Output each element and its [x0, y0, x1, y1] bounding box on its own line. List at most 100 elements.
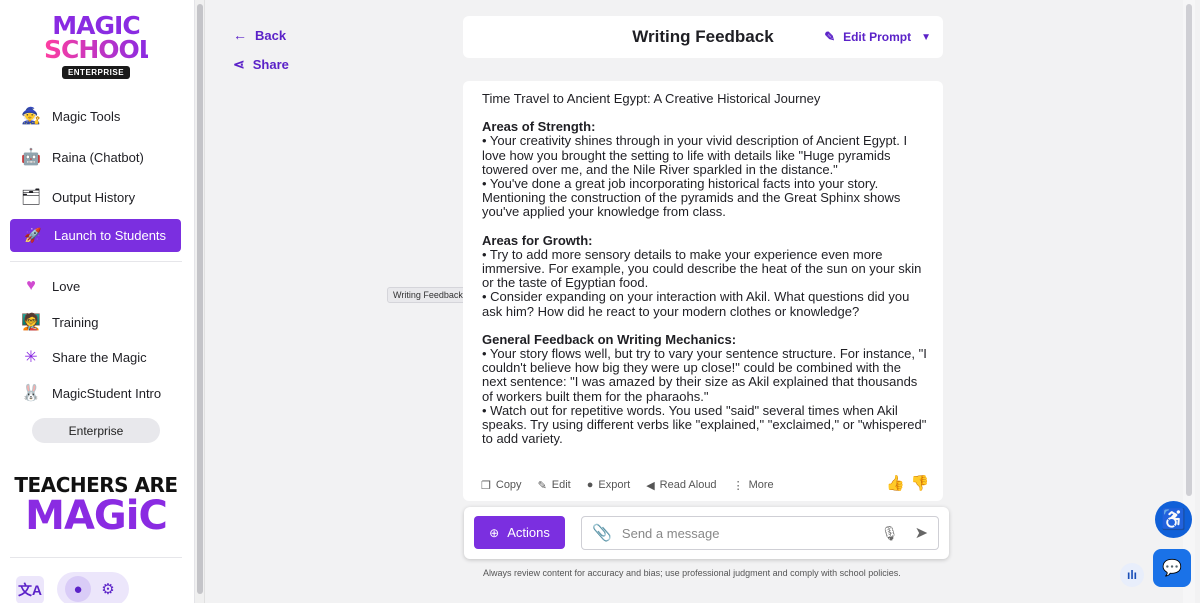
tagline-line2: MAGiC — [25, 493, 168, 539]
microphone-icon[interactable]: 🎙 — [881, 525, 899, 542]
export-button[interactable]: ● Export — [587, 479, 630, 491]
message-field: 📎 🎙 ➤ — [581, 516, 939, 550]
sidebar-item-raina[interactable]: 🤖 Raina (Chatbot) — [20, 143, 144, 171]
raina-icon: 🤖 — [21, 149, 41, 166]
message-composer: ⊕ Actions 📎 🎙 ➤ — [464, 507, 949, 559]
pencil-icon: ✎ — [537, 479, 547, 492]
export-label: Export — [598, 479, 631, 491]
sidebar-divider — [10, 557, 182, 558]
share-magic-icon: ✳ — [24, 349, 38, 366]
mechanics-item: • Watch out for repetitive words. You us… — [482, 402, 927, 447]
copy-label: Copy — [495, 479, 522, 491]
settings-button[interactable]: ⚙ — [95, 576, 121, 602]
arrow-left-icon: ← — [233, 27, 247, 43]
audio-wave-button[interactable]: ılı — [1120, 563, 1144, 587]
actions-label: Actions — [507, 525, 550, 540]
chat-icon: 💬 — [1162, 560, 1182, 577]
strength-item: • Your creativity shines through in your… — [482, 133, 908, 177]
sidebar-item-magic-tools[interactable]: 🧙 Magic Tools — [20, 102, 120, 130]
send-icon[interactable]: ➤ — [915, 523, 928, 543]
output-content: Time Travel to Ancient Egypt: A Creative… — [482, 91, 927, 447]
back-label: Back — [255, 27, 287, 43]
speaker-icon: ◀ — [646, 479, 655, 492]
sidebar-item-love[interactable]: ♥ Love — [20, 272, 80, 300]
main-scrollbar-thumb[interactable] — [1186, 4, 1192, 496]
user-icon: ● — [73, 580, 83, 598]
logo-badge: ENTERPRISE — [61, 66, 131, 79]
growth-item: • Try to add more sensory details to mak… — [482, 246, 922, 291]
sidebar-item-label: Share the Magic — [52, 349, 147, 365]
plan-badge[interactable]: Enterprise — [32, 418, 160, 443]
mechanics-item: • Your story flows well, but try to vary… — [482, 346, 927, 404]
more-label: More — [748, 479, 774, 491]
mechanics-title: General Feedback on Writing Mechanics: — [482, 331, 737, 347]
message-input[interactable] — [621, 525, 881, 541]
export-icon: ● — [586, 479, 594, 491]
sidebar-item-label: MagicStudent Intro — [52, 385, 162, 401]
sidebar-item-output-history[interactable]: 🗂 Output History — [20, 183, 135, 211]
sidebar-item-label: Magic Tools — [52, 108, 121, 124]
rocket-icon: 🚀 — [24, 227, 42, 243]
strength-item: • You've done a great job incorporating … — [482, 176, 901, 220]
magic-tools-icon: 🧙 — [21, 108, 41, 125]
chevron-down-icon: ▼ — [921, 31, 931, 43]
tooltip: Writing Feedback — [387, 287, 469, 303]
accessibility-icon: ♿ — [1161, 509, 1186, 531]
magicstudent-icon: 🐰 — [21, 385, 41, 402]
edit-prompt-label: Edit Prompt — [843, 30, 912, 44]
launch-to-students-button[interactable]: 🚀 Launch to Students — [10, 219, 181, 252]
thumbs-down-icon[interactable]: 👎 — [911, 474, 930, 492]
translate-icon: 文A — [17, 582, 43, 598]
sidebar: MAGIC SCHOOL ENTERPRISE 🧙 Magic Tools 🤖 … — [0, 0, 195, 603]
sidebar-item-training[interactable]: 🧑‍🏫 Training — [20, 308, 98, 336]
growth-item: • Consider expanding on your interaction… — [482, 289, 910, 319]
feedback-buttons: 👍 👎 — [880, 474, 929, 492]
gear-icon: ⚙ — [101, 581, 115, 598]
copy-button[interactable]: ❐ Copy — [481, 479, 522, 492]
output-card: Time Travel to Ancient Egypt: A Creative… — [463, 81, 943, 501]
sidebar-item-label: Raina (Chatbot) — [52, 149, 144, 165]
magicschool-logo[interactable]: MAGIC SCHOOL ENTERPRISE — [44, 13, 155, 84]
copy-icon: ❐ — [481, 479, 491, 492]
translate-button[interactable]: 文A — [16, 576, 44, 603]
read-aloud-label: Read Aloud — [659, 479, 717, 491]
output-heading: Time Travel to Ancient Egypt: A Creative… — [482, 91, 821, 106]
support-chat-button[interactable]: 💬 — [1153, 549, 1191, 587]
sidebar-item-share-magic[interactable]: ✳ Share the Magic — [20, 343, 147, 371]
share-label: Share — [252, 57, 289, 72]
training-icon: 🧑‍🏫 — [21, 314, 41, 331]
thumbs-up-icon[interactable]: 👍 — [886, 474, 905, 492]
back-link[interactable]: ← Back — [233, 27, 286, 43]
disclaimer: Always review content for accuracy and b… — [483, 568, 901, 578]
sidebar-item-label: Training — [52, 314, 99, 330]
sidebar-divider — [10, 261, 182, 262]
sidebar-item-label: Output History — [52, 189, 136, 205]
accessibility-button[interactable]: ♿ — [1155, 501, 1192, 538]
edit-prompt-button[interactable]: ✎ Edit Prompt ▼ — [824, 29, 931, 45]
output-toolbar: ❐ Copy ✎ Edit ● Export ◀ Read Aloud ⋮ Mo… — [481, 477, 790, 493]
teachers-are-magic-logo: TEACHERS ARE MAGiC — [10, 474, 182, 536]
paperclip-icon[interactable]: 📎 — [592, 523, 612, 543]
sidebar-item-label: Love — [52, 278, 81, 294]
launch-label: Launch to Students — [54, 228, 167, 243]
profile-button[interactable]: ● — [65, 576, 91, 602]
share-link[interactable]: ⋖ Share — [233, 56, 289, 73]
sidebar-item-magicstudent-intro[interactable]: 🐰 MagicStudent Intro — [20, 379, 161, 407]
account-controls: ● ⚙ — [57, 572, 129, 603]
edit-button[interactable]: ✎ Edit — [538, 479, 571, 492]
audio-wave-icon: ılı — [1126, 568, 1137, 582]
heart-icon: ♥ — [26, 277, 36, 294]
edit-label: Edit — [551, 479, 571, 491]
strength-title: Areas of Strength: — [482, 119, 596, 135]
logo-line2: SCHOOL — [44, 35, 155, 64]
more-vertical-icon: ⋮ — [732, 479, 744, 492]
growth-title: Areas for Growth: — [482, 232, 593, 248]
output-history-icon: 🗂 — [20, 189, 42, 206]
plus-circle-icon: ⊕ — [489, 525, 500, 540]
actions-button[interactable]: ⊕ Actions — [474, 516, 565, 549]
sidebar-scrollbar-thumb[interactable] — [197, 4, 203, 594]
pencil-icon: ✎ — [824, 29, 836, 44]
share-icon: ⋖ — [233, 56, 245, 72]
more-button[interactable]: ⋮ More — [733, 479, 774, 492]
read-aloud-button[interactable]: ◀ Read Aloud — [646, 479, 716, 492]
